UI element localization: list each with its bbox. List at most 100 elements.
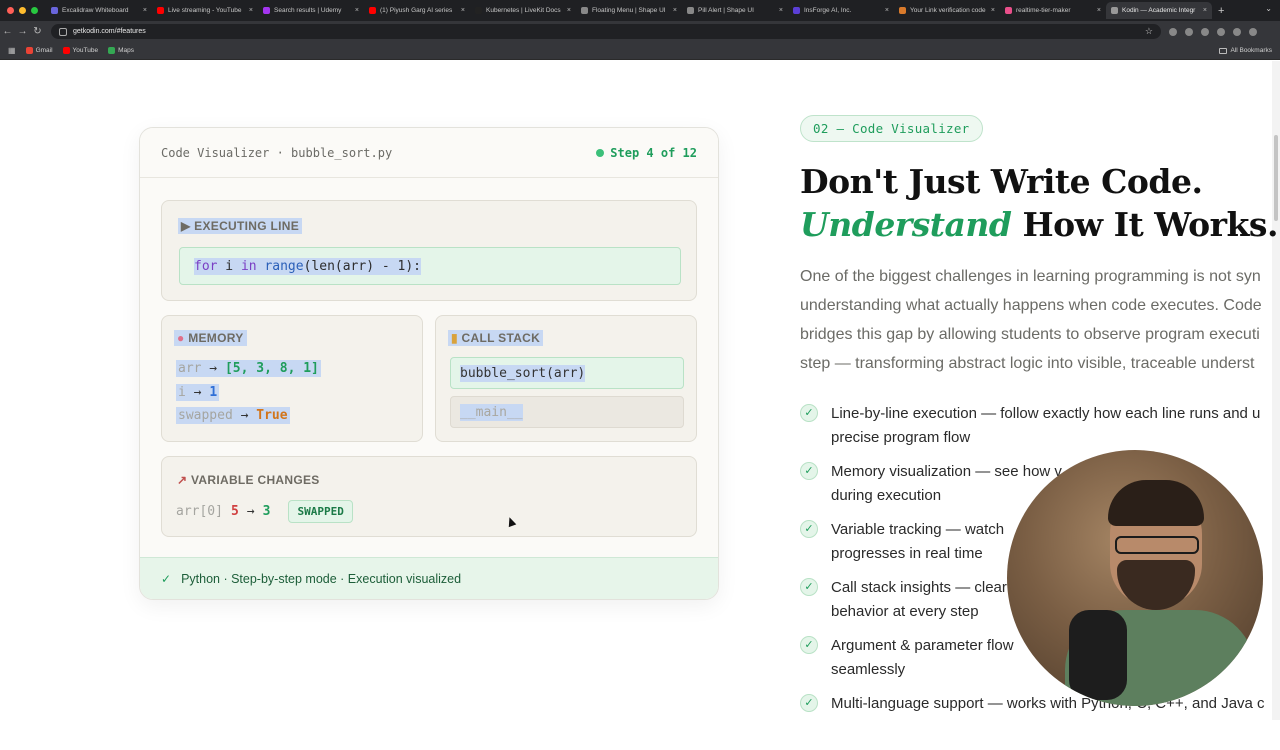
section-headline: Don't Just Write Code. Understand How It… (800, 160, 1278, 246)
headline-line-2: Understand How It Works. (800, 203, 1278, 246)
tab-favicon-icon (581, 7, 588, 14)
bookmark-star-icon[interactable]: ☆ (1145, 26, 1153, 37)
memory-var-name: swapped (178, 408, 233, 423)
memory-var-value: [5, 3, 8, 1] (224, 361, 319, 376)
tab-title: Excalidraw Whiteboard (62, 7, 129, 14)
browser-tab[interactable]: (1) Piyush Garg AI series × (364, 2, 470, 19)
code-text: (len(arr) - (303, 258, 398, 274)
code-variable: i (217, 258, 241, 274)
profile-avatar[interactable] (1233, 27, 1241, 36)
stack-frame-name: bubble_sort(arr) (460, 364, 586, 382)
check-icon: ✓ (800, 694, 818, 712)
step-label: Step 4 of 12 (610, 145, 697, 160)
arrow-icon: → (185, 385, 210, 400)
browser-tab[interactable]: InsForge AI, Inc. × (788, 2, 894, 19)
headline-emphasis: Understand (800, 205, 1012, 244)
bookmarks-bar: ▦ Gmail YouTube Maps All Bookmarks (0, 42, 1280, 60)
window-controls (0, 7, 46, 14)
check-icon: ✓ (800, 578, 818, 596)
tab-close-icon[interactable]: × (249, 7, 253, 14)
browser-tab[interactable]: Pill Alert | Shape UI × (682, 2, 788, 19)
browser-tab[interactable]: Floating Menu | Shape UI × (576, 2, 682, 19)
extension-icon[interactable] (1201, 27, 1209, 36)
bookmark-label: YouTube (72, 47, 99, 54)
step-indicator: Step 4 of 12 (596, 146, 697, 160)
tab-close-icon[interactable]: × (991, 7, 995, 14)
tab-favicon-icon (687, 7, 694, 14)
variable-change-row: arr[0] 5 → 3 SWAPPED (176, 500, 353, 523)
browser-tab[interactable]: Excalidraw Whiteboard × (46, 2, 152, 19)
url-field[interactable]: getkodin.com/#features ☆ (51, 24, 1161, 39)
check-icon: ✓ (800, 462, 818, 480)
variable-changes-label-text: VARIABLE CHANGES (191, 473, 320, 487)
all-bookmarks-button[interactable]: All Bookmarks (1219, 47, 1272, 54)
executing-code: for i in range(len(arr) - 1): (194, 257, 421, 275)
changed-variable: arr[0] (176, 504, 223, 519)
webcam-overlay (1007, 450, 1263, 706)
headline-rest: How It Works. (1011, 205, 1278, 244)
tab-close-icon[interactable]: × (461, 7, 465, 14)
browser-tab[interactable]: Search results | Udemy × (258, 2, 364, 19)
section-intro: One of the biggest challenges in learnin… (800, 262, 1280, 378)
tab-close-icon[interactable]: × (673, 7, 677, 14)
variable-changes-label: ↗ VARIABLE CHANGES (174, 472, 323, 488)
presenter-hair (1108, 480, 1204, 526)
tab-close-icon[interactable]: × (885, 7, 889, 14)
tab-title: Kodin — Academic Integr (1122, 7, 1196, 14)
back-button[interactable]: ← (0, 26, 15, 37)
close-window-button[interactable] (7, 7, 14, 14)
card-footer: ✓ Python · Step-by-step mode · Execution… (140, 557, 718, 599)
brain-icon: ● (177, 331, 185, 345)
maximize-window-button[interactable] (31, 7, 38, 14)
tab-close-icon[interactable]: × (567, 7, 571, 14)
browser-tab[interactable]: Kodin — Academic Integr × (1106, 2, 1212, 19)
arrow-icon: → (246, 504, 255, 519)
intro-line: step — transforming abstract logic into … (800, 355, 1255, 372)
tab-close-icon[interactable]: × (1097, 7, 1101, 14)
extension-icon[interactable] (1185, 27, 1193, 36)
headline-line-1: Don't Just Write Code. (800, 162, 1203, 201)
tab-favicon-icon (475, 7, 482, 14)
memory-row: swapped → True (176, 407, 290, 424)
site-info-icon[interactable] (59, 27, 67, 36)
bookmark-label: Gmail (35, 47, 53, 54)
menu-icon[interactable] (1249, 27, 1257, 36)
stack-frame-active: bubble_sort(arr) (450, 357, 684, 389)
bookmark-item[interactable]: Gmail (25, 47, 53, 54)
trend-chart-icon: ↗ (177, 473, 188, 487)
bookmark-favicon-icon (25, 47, 33, 54)
browser-tab[interactable]: Live streaming - YouTube × (152, 2, 258, 19)
tab-close-icon[interactable]: × (355, 7, 359, 14)
reload-button[interactable]: ↻ (30, 26, 45, 37)
bookmark-item[interactable]: Maps (108, 47, 134, 54)
tab-title: Your Link verification code (910, 7, 986, 14)
presenter-beard (1117, 560, 1195, 610)
code-keyword: for (194, 258, 218, 274)
new-tab-button[interactable]: + (1218, 5, 1224, 17)
tab-close-icon[interactable]: × (143, 7, 147, 14)
tab-favicon-icon (157, 7, 164, 14)
variable-changes-panel: ↗ VARIABLE CHANGES arr[0] 5 → 3 SWAPPED (161, 456, 697, 537)
tab-close-icon[interactable]: × (1203, 7, 1207, 14)
feature-line: Line-by-line execution — follow exactly … (831, 405, 1261, 422)
stack-frame-name: __main__ (460, 403, 523, 421)
swapped-badge: SWAPPED (288, 500, 353, 523)
tab-close-icon[interactable]: × (779, 7, 783, 14)
microphone-icon (1069, 610, 1127, 700)
check-icon: ✓ (800, 520, 818, 538)
extension-icon[interactable] (1169, 27, 1177, 36)
minimize-window-button[interactable] (19, 7, 26, 14)
apps-grid-icon[interactable]: ▦ (8, 46, 16, 55)
tab-title: Kubernetes | LiveKit Docs (486, 7, 561, 14)
browser-tab[interactable]: Your Link verification code × (894, 2, 1000, 19)
arrow-icon: → (232, 408, 257, 423)
tab-list-chevron-icon[interactable]: ⌄ (1265, 4, 1272, 13)
browser-tab[interactable]: Kubernetes | LiveKit Docs × (470, 2, 576, 19)
executing-line-panel: ▶ EXECUTING LINE for i in range(len(arr)… (161, 200, 697, 301)
extension-icon[interactable] (1217, 27, 1225, 36)
memory-row: i → 1 (176, 384, 220, 401)
bookmark-item[interactable]: YouTube (62, 47, 99, 54)
presenter-glasses (1115, 536, 1199, 554)
browser-tab[interactable]: realtime-tier-maker × (1000, 2, 1106, 19)
forward-button[interactable]: → (15, 26, 30, 37)
